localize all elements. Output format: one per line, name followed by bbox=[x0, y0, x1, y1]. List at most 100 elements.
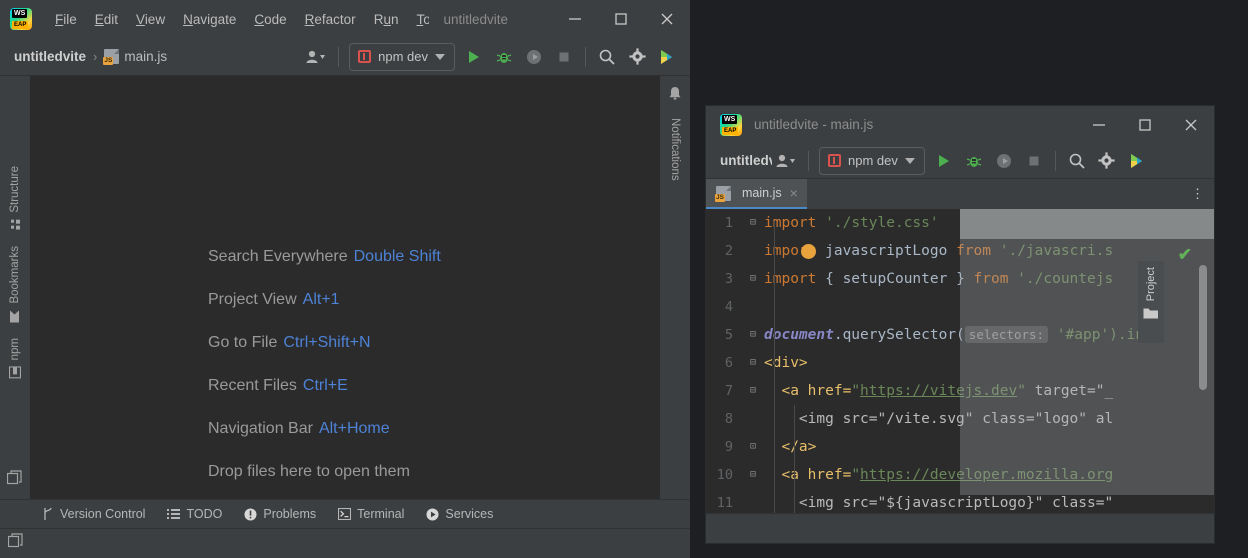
front-editor-window: untitledvite - main.js untitledvite bbox=[706, 106, 1214, 543]
front-breadcrumb-project[interactable]: untitledvite bbox=[720, 153, 772, 168]
project-tooltip-label: Project bbox=[1145, 267, 1157, 301]
code-editor[interactable]: 1 ⊟ import './style.css' 2 import javasc… bbox=[706, 209, 1214, 513]
coverage-icon[interactable] bbox=[989, 147, 1019, 175]
status-item-services[interactable]: Services bbox=[426, 507, 493, 521]
project-tooltip[interactable]: Project bbox=[1138, 261, 1164, 343]
folder-icon bbox=[1143, 307, 1159, 325]
debug-icon[interactable] bbox=[489, 43, 519, 71]
code-text: <a href="https://vitejs.dev" target="_ bbox=[764, 377, 1214, 405]
hint-row: Search EverywhereDouble Shift bbox=[208, 248, 441, 266]
status-item-todo[interactable]: TODO bbox=[167, 507, 222, 521]
coverage-icon[interactable] bbox=[519, 43, 549, 71]
gear-icon[interactable] bbox=[622, 43, 652, 71]
js-file-icon bbox=[716, 186, 731, 201]
line-number: 4 bbox=[706, 293, 742, 321]
code-quote: " bbox=[1017, 383, 1026, 399]
layout-toggle-icon[interactable] bbox=[8, 533, 24, 554]
fold-marker[interactable]: ⊟ bbox=[742, 461, 764, 489]
kebab-menu-icon[interactable]: ⋮ bbox=[1191, 179, 1204, 209]
fold-marker[interactable]: ⊟ bbox=[742, 265, 764, 293]
close-icon[interactable] bbox=[644, 0, 690, 38]
fold-marker[interactable]: ⊟ bbox=[742, 321, 764, 349]
bell-icon[interactable] bbox=[668, 86, 682, 106]
status-item-terminal[interactable]: Terminal bbox=[338, 507, 404, 521]
npm-panel-icon bbox=[9, 367, 21, 379]
right-tool-sidebar: Notifications bbox=[660, 76, 690, 499]
hint-action: Navigation Bar bbox=[208, 420, 313, 437]
maximize-icon[interactable] bbox=[1122, 106, 1168, 144]
user-select-icon[interactable] bbox=[772, 147, 802, 175]
code-keyword: from bbox=[956, 243, 991, 259]
front-run-configuration-selector[interactable]: npm dev bbox=[819, 147, 925, 175]
minimize-icon[interactable] bbox=[1076, 106, 1122, 144]
breadcrumb-project[interactable]: untitledvite bbox=[14, 49, 86, 64]
run-icon[interactable] bbox=[459, 43, 489, 71]
fold-guide-line-inner bbox=[794, 405, 795, 513]
code-line: 10 ⊟ <a href="https://developer.mozilla.… bbox=[706, 461, 1214, 489]
run-icon[interactable] bbox=[929, 147, 959, 175]
bookmark-icon bbox=[10, 309, 21, 322]
fold-marker[interactable]: ⊡ bbox=[742, 433, 764, 461]
toolbar-divider bbox=[338, 47, 339, 67]
line-number: 9 bbox=[706, 433, 742, 461]
fold-marker[interactable]: ⊟ bbox=[742, 349, 764, 377]
front-window-controls bbox=[1076, 106, 1214, 143]
shortcut-hint-list: Search EverywhereDouble Shift Project Vi… bbox=[208, 248, 441, 481]
close-icon[interactable]: × bbox=[790, 186, 798, 200]
hint-shortcut: Alt+Home bbox=[319, 420, 390, 437]
hint-action: Go to File bbox=[208, 334, 277, 351]
code-url-link[interactable]: https://developer.mozilla.org bbox=[860, 467, 1113, 483]
hint-row: Recent FilesCtrl+E bbox=[208, 377, 441, 395]
sidebar-item-npm[interactable]: npm bbox=[9, 330, 21, 386]
menu-item-code[interactable]: Code bbox=[245, 10, 295, 29]
fold-marker[interactable]: ⊟ bbox=[742, 209, 764, 237]
code-text: import './style.css' bbox=[764, 209, 1214, 237]
status-item-problems[interactable]: Problems bbox=[244, 507, 316, 521]
code-line: 8 <img src="/vite.svg" class="logo" al bbox=[706, 405, 1214, 433]
user-select-icon[interactable] bbox=[302, 43, 332, 71]
sidebar-item-notifications[interactable]: Notifications bbox=[669, 110, 681, 189]
debug-icon[interactable] bbox=[959, 147, 989, 175]
tab-main-js[interactable]: main.js × bbox=[706, 179, 807, 209]
sidebar-item-label: Structure bbox=[9, 166, 21, 213]
sidebar-item-structure[interactable]: Structure bbox=[9, 158, 21, 238]
search-icon[interactable] bbox=[1062, 147, 1092, 175]
code-url-link[interactable]: https://vitejs.dev bbox=[860, 383, 1017, 399]
menu-item-view[interactable]: View bbox=[127, 10, 174, 29]
vertical-scrollbar[interactable] bbox=[1199, 265, 1207, 390]
hint-shortcut: Ctrl+Shift+N bbox=[283, 334, 370, 351]
layout-icon[interactable] bbox=[7, 470, 23, 499]
ai-assistant-icon[interactable] bbox=[652, 43, 682, 71]
menu-item-run[interactable]: Run bbox=[365, 10, 408, 29]
fold-marker bbox=[742, 293, 764, 321]
breadcrumb-file[interactable]: main.js bbox=[124, 49, 167, 64]
toolbar-divider bbox=[808, 151, 809, 171]
menu-item-tools[interactable]: To bbox=[407, 10, 429, 29]
gear-icon[interactable] bbox=[1092, 147, 1122, 175]
code-identifier: javascriptLogo bbox=[816, 243, 956, 259]
fold-marker[interactable]: ⊟ bbox=[742, 377, 764, 405]
hint-action: Project View bbox=[208, 291, 297, 308]
breadcrumb-separator: › bbox=[93, 49, 97, 64]
code-keyword: import bbox=[764, 215, 816, 231]
code-lines: 1 ⊟ import './style.css' 2 import javasc… bbox=[706, 209, 1214, 513]
window-title: untitledvite bbox=[443, 12, 509, 27]
run-configuration-selector[interactable]: npm dev bbox=[349, 43, 455, 71]
sidebar-item-bookmarks[interactable]: Bookmarks bbox=[9, 238, 21, 331]
ai-assistant-icon[interactable] bbox=[1122, 147, 1152, 175]
empty-editor-area[interactable]: Search EverywhereDouble Shift Project Vi… bbox=[30, 76, 660, 499]
menu-item-edit[interactable]: Edit bbox=[86, 10, 127, 29]
search-icon[interactable] bbox=[592, 43, 622, 71]
maximize-icon[interactable] bbox=[598, 0, 644, 38]
menu-item-file[interactable]: File bbox=[46, 10, 86, 29]
chevron-down-icon bbox=[435, 54, 445, 60]
menu-item-refactor[interactable]: Refactor bbox=[296, 10, 365, 29]
code-string-tail: .s bbox=[1096, 243, 1113, 259]
code-line: 6 ⊟ <div> bbox=[706, 349, 1214, 377]
inspection-status-icon[interactable]: ✔ bbox=[1178, 245, 1192, 265]
minimize-icon[interactable] bbox=[552, 0, 598, 38]
hint-row: Project ViewAlt+1 bbox=[208, 291, 441, 309]
status-item-version-control[interactable]: Version Control bbox=[42, 507, 145, 521]
menu-item-navigate[interactable]: Navigate bbox=[174, 10, 245, 29]
close-icon[interactable] bbox=[1168, 106, 1214, 144]
